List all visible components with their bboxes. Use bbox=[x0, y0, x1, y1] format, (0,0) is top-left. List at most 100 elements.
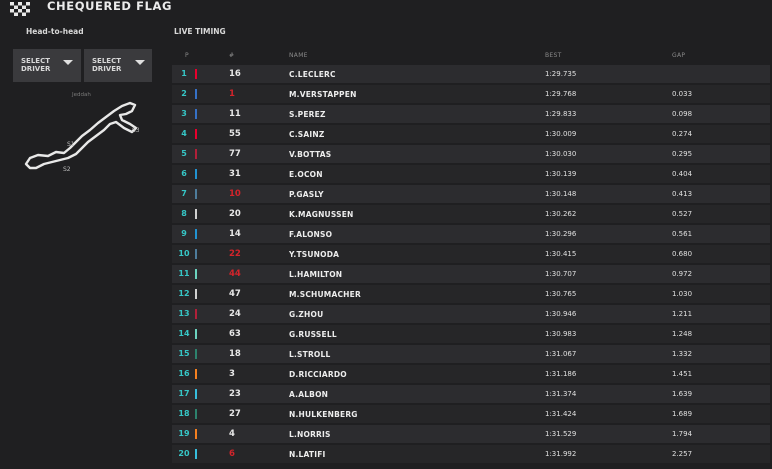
position: 1 bbox=[181, 69, 187, 78]
table-row[interactable]: 17 23 A.ALBON 1:31.374 1.639 bbox=[172, 385, 770, 403]
car-number: 55 bbox=[229, 129, 241, 139]
team-color-bar bbox=[195, 69, 197, 79]
table-row[interactable]: 2 1 M.VERSTAPPEN 1:29.768 0.033 bbox=[172, 85, 770, 103]
car-number: 77 bbox=[229, 149, 241, 159]
col-pos-header: P bbox=[185, 52, 189, 59]
gap-time: 1.639 bbox=[672, 390, 693, 398]
team-color-bar bbox=[195, 309, 197, 319]
chevron-down-icon bbox=[135, 60, 145, 65]
car-number: 4 bbox=[229, 429, 235, 439]
table-row[interactable]: 8 20 K.MAGNUSSEN 1:30.262 0.527 bbox=[172, 205, 770, 223]
gap-time: 0.404 bbox=[672, 170, 693, 178]
gap-time: 0.413 bbox=[672, 190, 693, 198]
car-number: 11 bbox=[229, 109, 241, 119]
table-row[interactable]: 13 24 G.ZHOU 1:30.946 1.211 bbox=[172, 305, 770, 323]
gap-time: 0.295 bbox=[672, 150, 693, 158]
driver-name: M.VERSTAPPEN bbox=[289, 90, 357, 99]
team-color-bar bbox=[195, 129, 197, 139]
select-driver-2-label: SELECT DRIVER bbox=[92, 57, 122, 73]
timing-table-body: 1 16 C.LECLERC 1:29.735 2 1 M.VERSTAPPEN 1:29.7… bbox=[172, 65, 770, 465]
best-lap-time: 1:30.415 bbox=[545, 250, 577, 258]
header-bar: CHEQUERED FLAG bbox=[0, 0, 772, 18]
driver-name: L.STROLL bbox=[289, 350, 331, 359]
col-best-header: BEST bbox=[545, 52, 562, 59]
table-row[interactable]: 6 31 E.OCON 1:30.139 0.404 bbox=[172, 165, 770, 183]
car-number: 20 bbox=[229, 209, 241, 219]
table-row[interactable]: 16 3 D.RICCIARDO 1:31.186 1.451 bbox=[172, 365, 770, 383]
team-color-bar bbox=[195, 109, 197, 119]
best-lap-time: 1:30.148 bbox=[545, 190, 577, 198]
position: 8 bbox=[181, 209, 187, 218]
team-color-bar bbox=[195, 169, 197, 179]
driver-name: G.RUSSELL bbox=[289, 330, 337, 339]
col-number-header: # bbox=[229, 52, 235, 59]
table-row[interactable]: 5 77 V.BOTTAS 1:30.030 0.295 bbox=[172, 145, 770, 163]
table-row[interactable]: 15 18 L.STROLL 1:31.067 1.332 bbox=[172, 345, 770, 363]
position: 10 bbox=[178, 249, 190, 258]
table-row[interactable]: 11 44 L.HAMILTON 1:30.707 0.972 bbox=[172, 265, 770, 283]
car-number: 27 bbox=[229, 409, 241, 419]
table-row[interactable]: 1 16 C.LECLERC 1:29.735 bbox=[172, 65, 770, 83]
gap-time: 0.033 bbox=[672, 90, 693, 98]
position: 6 bbox=[181, 169, 187, 178]
driver-name: A.ALBON bbox=[289, 390, 329, 399]
car-number: 63 bbox=[229, 329, 241, 339]
best-lap-time: 1:31.992 bbox=[545, 450, 577, 458]
team-color-bar bbox=[195, 229, 197, 239]
team-color-bar bbox=[195, 89, 197, 99]
table-row[interactable]: 18 27 N.HULKENBERG 1:31.424 1.689 bbox=[172, 405, 770, 423]
best-lap-time: 1:30.707 bbox=[545, 270, 577, 278]
gap-time: 1.794 bbox=[672, 430, 693, 438]
car-number: 44 bbox=[229, 269, 241, 279]
position: 13 bbox=[178, 309, 190, 318]
car-number: 10 bbox=[229, 189, 241, 199]
team-color-bar bbox=[195, 409, 197, 419]
best-lap-time: 1:30.983 bbox=[545, 330, 577, 338]
best-lap-time: 1:29.833 bbox=[545, 110, 577, 118]
head-to-head-label: Head-to-head bbox=[26, 27, 84, 36]
car-number: 16 bbox=[229, 69, 241, 79]
team-color-bar bbox=[195, 269, 197, 279]
table-row[interactable]: 14 63 G.RUSSELL 1:30.983 1.248 bbox=[172, 325, 770, 343]
gap-time: 0.972 bbox=[672, 270, 693, 278]
table-row[interactable]: 4 55 C.SAINZ 1:30.009 0.274 bbox=[172, 125, 770, 143]
best-lap-time: 1:30.030 bbox=[545, 150, 577, 158]
car-number: 22 bbox=[229, 249, 241, 259]
table-row[interactable]: 12 47 M.SCHUMACHER 1:30.765 1.030 bbox=[172, 285, 770, 303]
table-row[interactable]: 7 10 P.GASLY 1:30.148 0.413 bbox=[172, 185, 770, 203]
position: 20 bbox=[178, 449, 190, 458]
driver-name: N.HULKENBERG bbox=[289, 410, 358, 419]
table-row[interactable]: 9 14 F.ALONSO 1:30.296 0.561 bbox=[172, 225, 770, 243]
best-lap-time: 1:31.374 bbox=[545, 390, 577, 398]
gap-time: 0.527 bbox=[672, 210, 693, 218]
driver-name: K.MAGNUSSEN bbox=[289, 210, 354, 219]
team-color-bar bbox=[195, 249, 197, 259]
select-driver-2-dropdown[interactable]: SELECT DRIVER bbox=[84, 49, 152, 82]
best-lap-time: 1:30.262 bbox=[545, 210, 577, 218]
table-row[interactable]: 3 11 S.PEREZ 1:29.833 0.098 bbox=[172, 105, 770, 123]
live-timing-label: LIVE TIMING bbox=[174, 27, 226, 36]
table-row[interactable]: 20 6 N.LATIFI 1:31.992 2.257 bbox=[172, 445, 770, 463]
position: 14 bbox=[178, 329, 190, 338]
position: 12 bbox=[178, 289, 190, 298]
select-driver-1-dropdown[interactable]: SELECT DRIVER bbox=[13, 49, 81, 82]
gap-time: 1.451 bbox=[672, 370, 693, 378]
driver-name: V.BOTTAS bbox=[289, 150, 332, 159]
car-number: 47 bbox=[229, 289, 241, 299]
table-row[interactable]: 19 4 L.NORRIS 1:31.529 1.794 bbox=[172, 425, 770, 443]
team-color-bar bbox=[195, 449, 197, 459]
table-row[interactable]: 10 22 Y.TSUNODA 1:30.415 0.680 bbox=[172, 245, 770, 263]
page-title: CHEQUERED FLAG bbox=[47, 0, 173, 13]
car-number: 6 bbox=[229, 449, 235, 459]
driver-name: C.LECLERC bbox=[289, 70, 336, 79]
driver-name: E.OCON bbox=[289, 170, 323, 179]
best-lap-time: 1:29.768 bbox=[545, 90, 577, 98]
best-lap-time: 1:31.529 bbox=[545, 430, 577, 438]
gap-time: 1.211 bbox=[672, 310, 693, 318]
team-color-bar bbox=[195, 149, 197, 159]
driver-name: Y.TSUNODA bbox=[289, 250, 340, 259]
position: 11 bbox=[178, 269, 190, 278]
sector-3-label: S3 bbox=[132, 127, 140, 134]
team-color-bar bbox=[195, 329, 197, 339]
team-color-bar bbox=[195, 349, 197, 359]
